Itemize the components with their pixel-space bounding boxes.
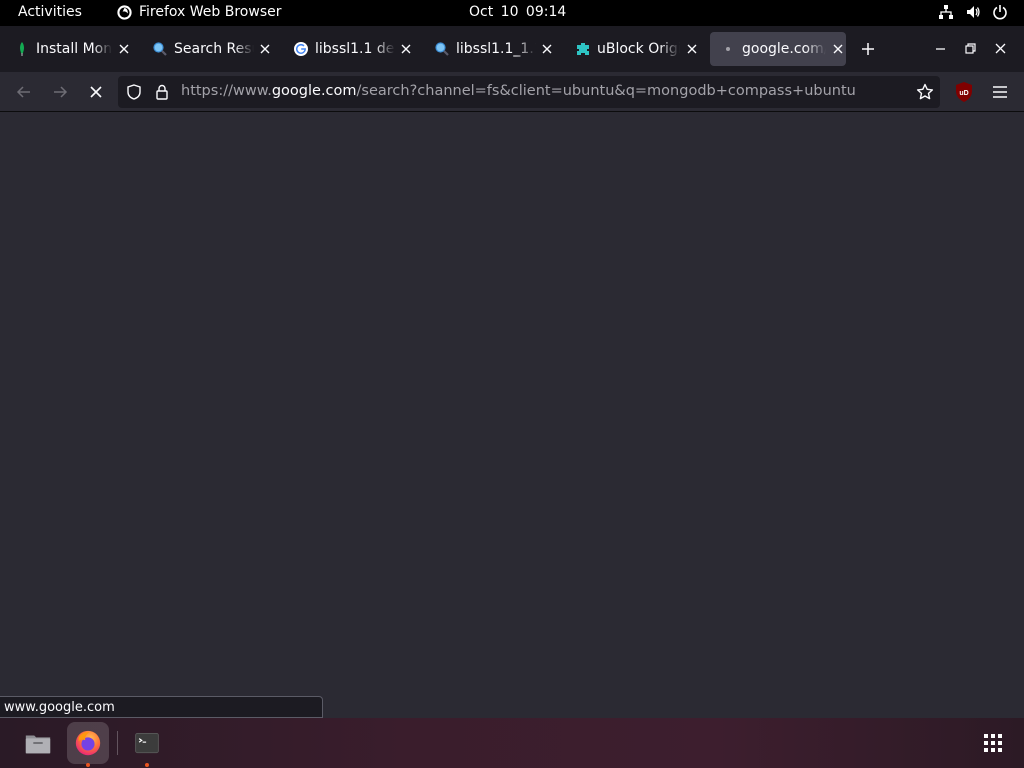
hamburger-menu-icon[interactable]	[990, 82, 1010, 102]
system-tray[interactable]	[938, 4, 1008, 20]
close-tab-icon[interactable]	[541, 42, 554, 56]
close-window-button[interactable]	[992, 40, 1008, 56]
status-url: www.google.com	[4, 700, 115, 715]
restore-icon	[964, 42, 976, 54]
close-tab-icon[interactable]	[685, 42, 699, 56]
navigation-toolbar: https://www.google.com/search?channel=fs…	[0, 72, 1024, 112]
tab-title: Search Results	[174, 41, 254, 57]
tracking-shield-icon[interactable]	[126, 84, 142, 100]
tab-install-mongodb[interactable]: Install MongoDB Compass	[4, 32, 130, 66]
dock-terminal-app[interactable]	[126, 722, 168, 767]
gnome-top-bar: Activities Firefox Web Browser Oct 10 09…	[0, 0, 1024, 26]
close-tab-icon[interactable]	[117, 42, 130, 56]
ublock-extension-icon[interactable]: uD	[954, 81, 974, 103]
app-menu-label: Firefox Web Browser	[139, 4, 282, 20]
tab-libssl-deb[interactable]: libssl1.1 deb	[283, 32, 413, 66]
url-domain: google.com	[271, 83, 357, 99]
loading-throbber-icon	[720, 41, 736, 57]
ubuntu-dock	[0, 718, 1024, 768]
running-indicator	[86, 763, 90, 767]
restore-button[interactable]	[962, 40, 978, 56]
tab-title: uBlock Origin	[597, 41, 681, 57]
arrow-left-icon	[16, 86, 30, 98]
window-controls	[932, 40, 1008, 56]
tab-title: google.com/	[742, 41, 826, 57]
network-icon[interactable]	[938, 4, 954, 20]
link-status-panel: www.google.com	[0, 696, 323, 718]
clock[interactable]: Oct 10 09:14	[469, 4, 566, 20]
dock-files-app[interactable]	[17, 722, 59, 764]
plus-icon	[862, 43, 874, 55]
tab-ublock-origin[interactable]: uBlock Origin	[565, 32, 699, 66]
forward-button[interactable]	[48, 80, 72, 104]
files-icon	[25, 735, 51, 754]
mongodb-leaf-icon	[14, 41, 30, 57]
tab-title: Install MongoDB Compass	[36, 41, 113, 57]
tab-libssl-package[interactable]: libssl1.1_1.1	[424, 32, 554, 66]
back-button[interactable]	[12, 80, 36, 104]
firefox-mini-icon	[117, 4, 132, 20]
power-icon[interactable]	[992, 4, 1008, 20]
tab-google-active[interactable]: google.com/	[710, 32, 846, 66]
close-tab-icon[interactable]	[400, 42, 413, 56]
new-tab-button[interactable]	[858, 39, 878, 59]
arrow-right-icon	[54, 86, 68, 98]
tab-title: libssl1.1_1.1	[456, 41, 536, 57]
close-tab-icon[interactable]	[259, 42, 272, 56]
volume-icon[interactable]	[965, 4, 981, 20]
close-icon	[995, 43, 1005, 53]
tab-search-results[interactable]: Search Results	[142, 32, 272, 66]
search-magnifier-icon	[152, 41, 168, 57]
terminal-icon	[135, 732, 159, 754]
firefox-icon	[75, 730, 101, 756]
tab-strip: Install MongoDB Compass Search Results l…	[0, 26, 1024, 72]
tab-title: libssl1.1 deb	[315, 41, 395, 57]
close-tab-icon[interactable]	[831, 42, 845, 56]
dock-firefox-app[interactable]	[67, 722, 109, 767]
bookmark-star-icon[interactable]	[916, 83, 934, 101]
stop-x-icon	[90, 86, 102, 98]
url-prefix: https://www.	[181, 83, 272, 99]
minimize-button[interactable]	[932, 40, 948, 56]
url-path: /search?channel=fs&client=ubuntu&q=mongo…	[356, 83, 856, 99]
minimize-icon	[935, 47, 945, 50]
stop-loading-button[interactable]	[84, 80, 108, 104]
running-indicator	[145, 763, 149, 767]
ublock-puzzle-icon	[575, 41, 591, 57]
lock-icon[interactable]	[154, 84, 170, 100]
url-text[interactable]: https://www.google.com/search?channel=fs…	[181, 83, 856, 99]
google-g-icon	[293, 41, 309, 57]
dock-separator	[117, 731, 118, 755]
url-bar[interactable]: https://www.google.com/search?channel=fs…	[118, 76, 940, 108]
app-menu[interactable]: Firefox Web Browser	[117, 4, 282, 20]
svg-text:uD: uD	[959, 90, 968, 97]
app-grid-icon[interactable]	[982, 732, 1004, 754]
activities-button[interactable]: Activities	[18, 4, 82, 20]
page-content-area[interactable]	[0, 112, 1024, 718]
search-magnifier-icon	[434, 41, 450, 57]
